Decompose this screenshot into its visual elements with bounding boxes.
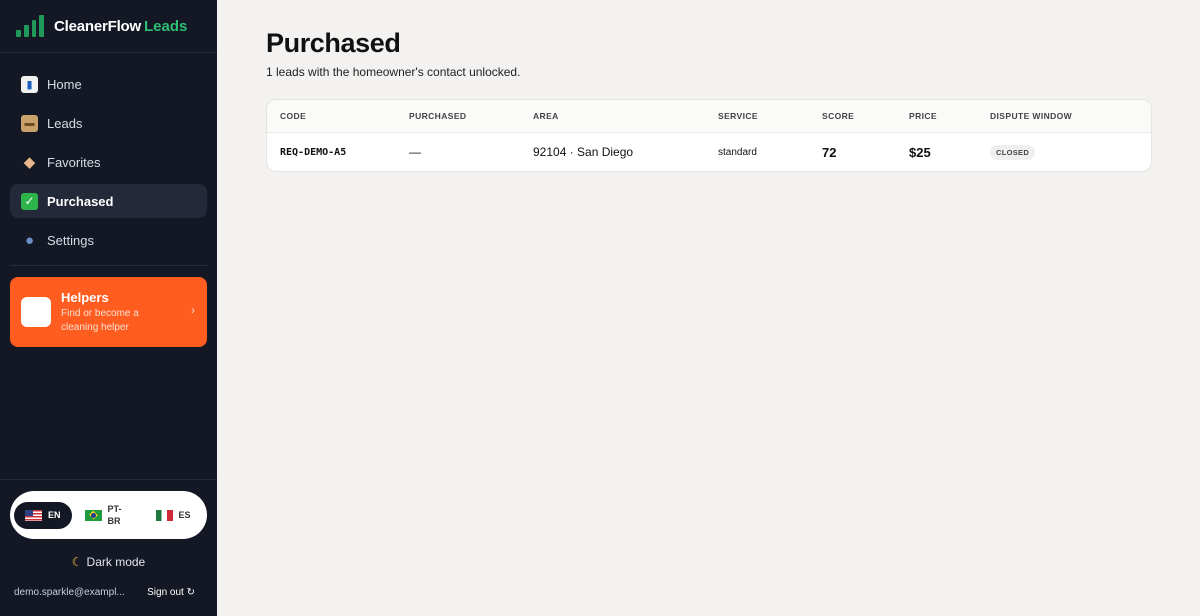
brazil-flag-icon bbox=[84, 509, 102, 521]
brand-accent: Leads bbox=[144, 17, 188, 35]
purchased-table: CODE PURCHASED AREA SERVICE SCORE PRICE … bbox=[266, 99, 1152, 172]
language-es-label: ES bbox=[178, 510, 191, 520]
sidebar-item-label: Home bbox=[47, 76, 82, 92]
cell-price: $25 bbox=[909, 144, 931, 160]
dark-mode-label: Dark mode bbox=[86, 555, 146, 569]
us-flag-icon bbox=[25, 509, 42, 521]
chevron-right-icon: › bbox=[191, 303, 195, 317]
account-email: demo.sparkle@exampl... bbox=[14, 587, 125, 598]
page-title: Purchased bbox=[266, 28, 401, 58]
tag-icon: ◆ bbox=[23, 154, 36, 171]
language-en-button[interactable]: EN bbox=[14, 501, 72, 529]
status-badge: CLOSED bbox=[990, 145, 1036, 160]
language-pt-br-button[interactable]: PT-BR bbox=[84, 502, 124, 529]
page-subtitle: 1 leads with the homeowner's contact unl… bbox=[266, 65, 521, 79]
sidebar-item-settings[interactable]: ● Settings bbox=[10, 223, 207, 257]
main-content: Purchased 1 leads with the homeowner's c… bbox=[217, 0, 1200, 616]
cell-score: 72 bbox=[822, 144, 837, 160]
sign-out-button[interactable]: Sign out ↻ bbox=[147, 587, 195, 598]
sidebar-item-purchased[interactable]: ✓ Purchased bbox=[10, 184, 207, 218]
account-bar: demo.sparkle@exampl... Sign out ↻ bbox=[0, 587, 217, 598]
column-header-score: SCORE bbox=[822, 111, 855, 121]
sidebar-divider bbox=[10, 265, 207, 266]
cell-purchased: — bbox=[409, 145, 421, 159]
sign-out-label: Sign out bbox=[147, 587, 184, 598]
sidebar-item-favorites[interactable]: ◆ Favorites bbox=[10, 145, 207, 179]
column-header-price: PRICE bbox=[909, 111, 937, 121]
language-en-label: EN bbox=[48, 510, 61, 520]
column-header-area: AREA bbox=[533, 111, 559, 121]
sidebar: CleanerFlow Leads ▮ Home ▬ Leads ◆ Favor… bbox=[0, 0, 217, 616]
cell-code: REQ-DEMO-A5 bbox=[280, 146, 347, 158]
cell-dispute-window: CLOSED bbox=[990, 144, 1140, 160]
sidebar-item-label: Favorites bbox=[47, 154, 101, 170]
helpers-text: Helpers Find or become a cleaning helper bbox=[61, 290, 171, 335]
sidebar-footer: EN PT-BR ES ☾ Dark mode demo.sparkle@exam… bbox=[0, 479, 217, 616]
table-row[interactable]: REQ-DEMO-A5 — 92104 · San Diego standard… bbox=[267, 133, 1151, 171]
mexico-flag-icon bbox=[155, 509, 173, 521]
column-header-code: CODE bbox=[280, 111, 307, 121]
language-es-button[interactable]: ES bbox=[155, 502, 191, 529]
language-pt-br-label: PT-BR bbox=[107, 504, 122, 526]
dark-mode-toggle[interactable]: ☾ Dark mode bbox=[0, 555, 217, 569]
sidebar-item-label: Purchased bbox=[47, 193, 114, 209]
brand[interactable]: CleanerFlow Leads bbox=[0, 0, 217, 53]
helpers-subtitle: Find or become a cleaning helper bbox=[61, 307, 139, 333]
column-header-service: SERVICE bbox=[718, 111, 758, 121]
sidebar-item-home[interactable]: ▮ Home bbox=[10, 67, 207, 101]
cell-area: 92104 · San Diego bbox=[533, 145, 634, 159]
box-icon: ▬ bbox=[21, 114, 38, 132]
table-header: CODE PURCHASED AREA SERVICE SCORE PRICE … bbox=[267, 100, 1151, 133]
bar-chart-logo-icon bbox=[16, 15, 44, 37]
cell-service: standard bbox=[718, 146, 757, 158]
app-shell: CleanerFlow Leads ▮ Home ▬ Leads ◆ Favor… bbox=[0, 0, 1200, 616]
language-switcher: EN PT-BR ES bbox=[10, 491, 207, 539]
moon-icon: ☾ bbox=[71, 555, 83, 569]
helpers-icon bbox=[21, 297, 51, 327]
sidebar-item-label: Leads bbox=[47, 115, 83, 131]
column-header-purchased: PURCHASED bbox=[409, 111, 467, 121]
brand-name: CleanerFlow bbox=[54, 17, 141, 35]
refresh-icon: ↻ bbox=[186, 587, 195, 598]
helpers-title: Helpers bbox=[61, 289, 109, 305]
sidebar-nav: ▮ Home ▬ Leads ◆ Favorites ✓ Purchased ●… bbox=[0, 53, 217, 257]
chart-icon: ▮ bbox=[21, 75, 38, 93]
check-icon: ✓ bbox=[21, 192, 38, 210]
person-icon: ● bbox=[24, 231, 35, 249]
sidebar-item-leads[interactable]: ▬ Leads bbox=[10, 106, 207, 140]
helpers-card[interactable]: Helpers Find or become a cleaning helper… bbox=[10, 277, 207, 347]
column-header-dispute-window: DISPUTE WINDOW bbox=[990, 111, 1073, 121]
sidebar-item-label: Settings bbox=[47, 232, 94, 248]
